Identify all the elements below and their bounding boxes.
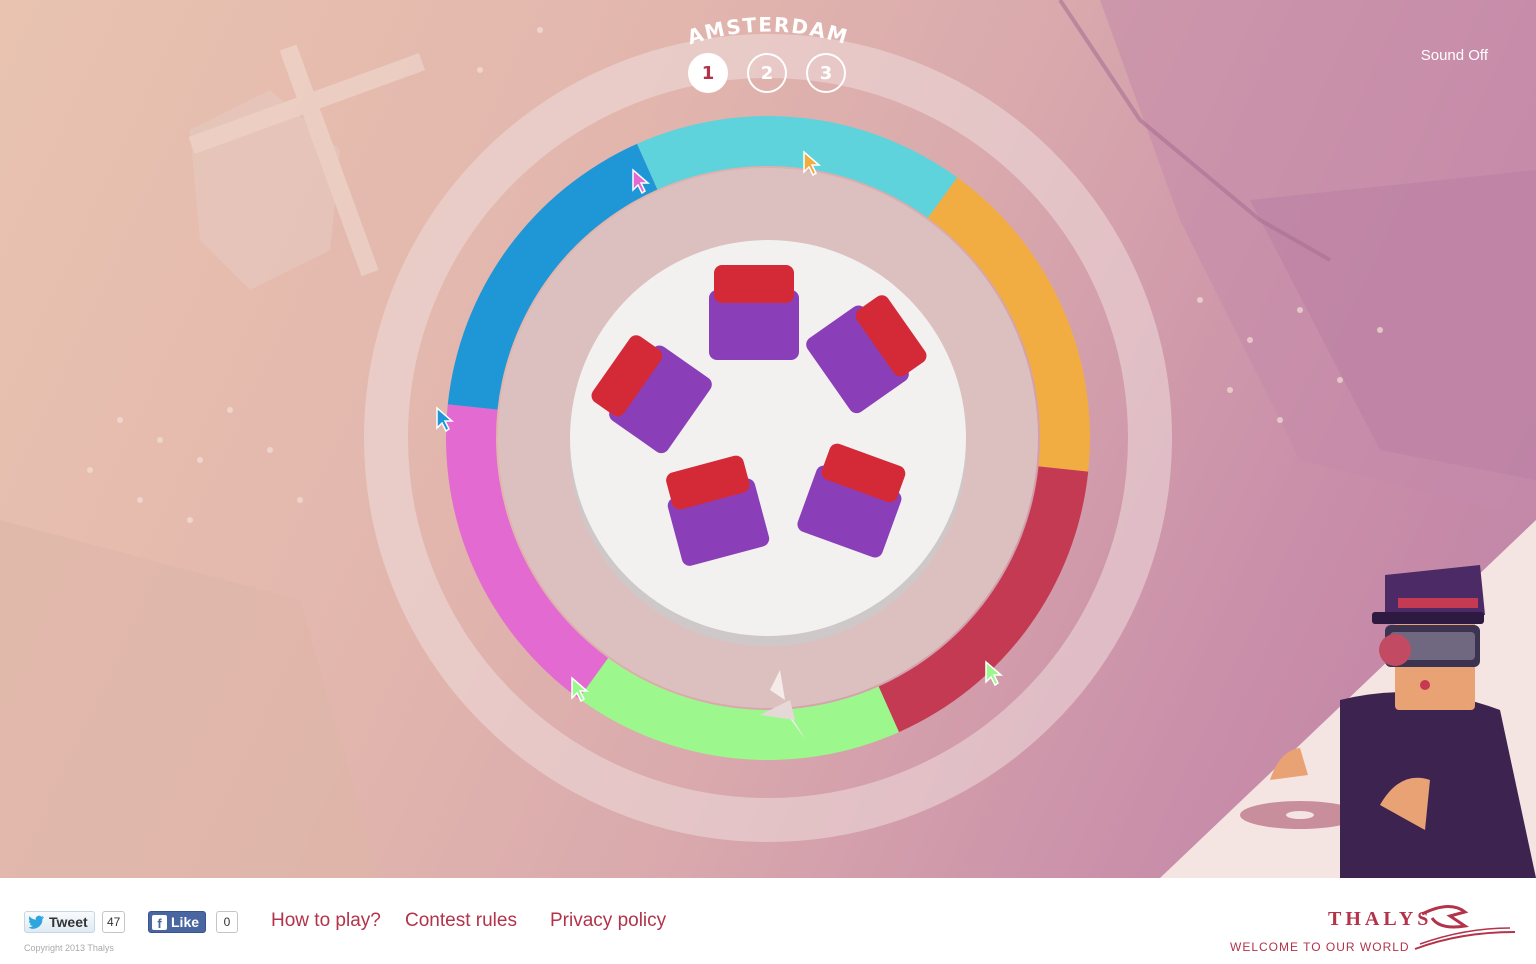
level-1-button[interactable]: 1 [688, 53, 728, 93]
brand-tagline: WELCOME TO OUR WORLD [1230, 940, 1410, 954]
facebook-like-button[interactable]: f Like [148, 911, 207, 933]
game-scene [0, 0, 1536, 878]
tweet-count: 47 [102, 911, 126, 933]
thalys-swoosh-icon [1414, 905, 1516, 950]
twitter-bird-icon [29, 915, 44, 929]
svg-text:AMSTERDAM: AMSTERDAM [684, 14, 851, 49]
level-3-button[interactable]: 3 [806, 53, 846, 93]
footer: Tweet 47 f Like 0 Copyright 2013 Thalys … [0, 878, 1536, 964]
game-stage: AMSTERDAM 1 2 3 Sound Off [0, 0, 1536, 878]
city-title: AMSTERDAM [684, 14, 849, 49]
tweet-label: Tweet [49, 914, 88, 930]
like-count: 0 [216, 911, 238, 933]
thalys-logo[interactable]: THALYS WELCOME TO OUR WORLD [1230, 904, 1530, 960]
facebook-icon: f [152, 914, 167, 930]
copyright-text: Copyright 2013 Thalys [24, 943, 114, 953]
privacy-policy-link[interactable]: Privacy policy [550, 910, 666, 932]
sound-toggle[interactable]: Sound Off [1421, 47, 1488, 64]
like-label: Like [171, 914, 200, 930]
windmill-decoration [188, 44, 425, 290]
tweet-button[interactable]: Tweet [24, 911, 95, 933]
city-title-arc: AMSTERDAM [684, 14, 851, 49]
level-2-button[interactable]: 2 [747, 53, 787, 93]
contest-rules-link[interactable]: Contest rules [405, 910, 517, 932]
how-to-play-link[interactable]: How to play? [271, 910, 381, 932]
level-selector: 1 2 3 [686, 53, 852, 99]
seat-1[interactable] [709, 265, 799, 360]
